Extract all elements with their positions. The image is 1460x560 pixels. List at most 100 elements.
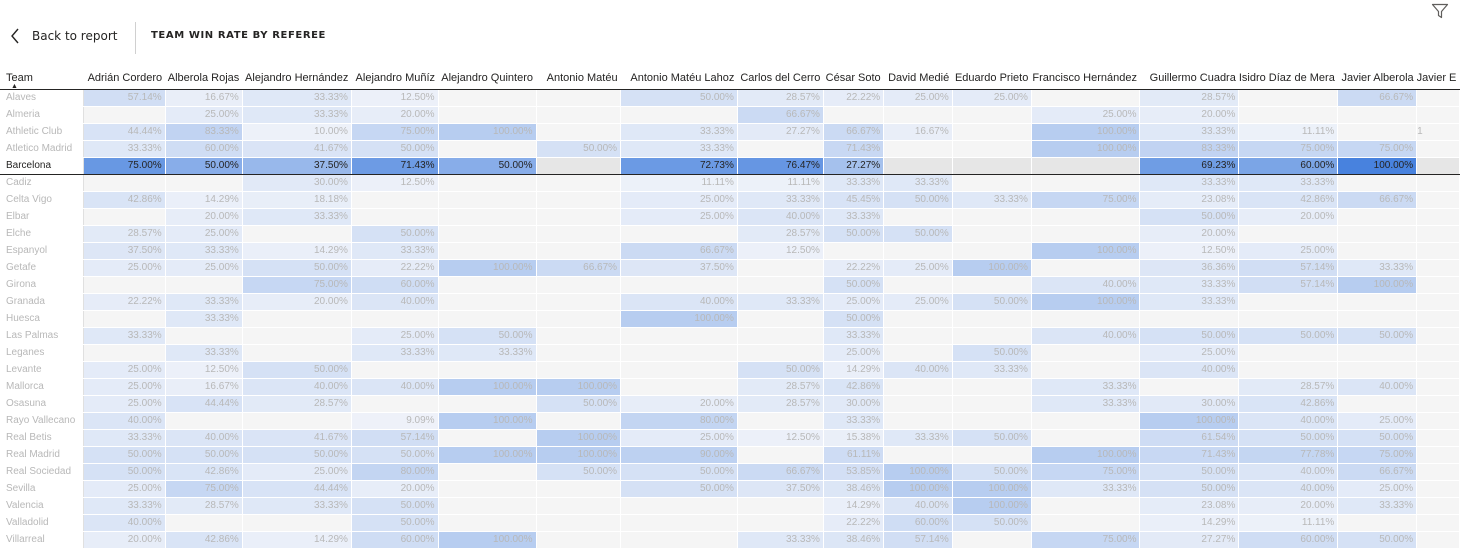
win-rate-cell[interactable] <box>1031 310 1141 328</box>
win-rate-cell[interactable]: 12.50% <box>737 429 824 447</box>
win-rate-cell[interactable]: 25.00% <box>1139 344 1240 362</box>
win-rate-cell[interactable]: 100.00% <box>1139 412 1240 430</box>
win-rate-cell[interactable]: 60.00% <box>1238 157 1339 175</box>
win-rate-cell[interactable]: 16.67% <box>883 123 953 141</box>
win-rate-cell[interactable]: 33.33% <box>1031 395 1141 413</box>
win-rate-cell[interactable]: 37.50% <box>83 242 166 260</box>
win-rate-cell[interactable] <box>883 310 953 328</box>
win-rate-cell[interactable] <box>242 412 352 430</box>
win-rate-cell[interactable] <box>242 310 352 328</box>
win-rate-cell[interactable]: 25.00% <box>883 89 953 107</box>
win-rate-cell[interactable]: 22.22% <box>823 514 885 532</box>
win-rate-cell[interactable] <box>536 106 622 124</box>
win-rate-cell[interactable]: 40.00% <box>620 293 738 311</box>
win-rate-cell[interactable]: 14.29% <box>823 361 885 379</box>
win-rate-cell[interactable] <box>737 310 824 328</box>
win-rate-cell[interactable] <box>883 327 953 345</box>
table-row[interactable]: Elbar 20.00% 33.33% 25.00% 40.00% 33.33% 50.00… <box>0 208 1460 226</box>
win-rate-cell[interactable]: 77.78% <box>1238 446 1339 464</box>
win-rate-cell[interactable] <box>438 191 537 209</box>
win-rate-cell[interactable]: 100.00% <box>536 378 622 396</box>
win-rate-cell[interactable]: 50.00% <box>1337 327 1418 345</box>
win-rate-cell[interactable]: 50.00% <box>1238 327 1339 345</box>
win-rate-cell[interactable]: 12.50% <box>165 361 243 379</box>
win-rate-cell[interactable]: 33.33% <box>165 310 243 328</box>
win-rate-cell[interactable]: 25.00% <box>83 480 166 498</box>
win-rate-cell[interactable]: 50.00% <box>883 225 953 243</box>
win-rate-cell[interactable] <box>242 225 352 243</box>
win-rate-cell[interactable]: 33.33% <box>1337 259 1418 277</box>
win-rate-cell[interactable]: 57.14% <box>1238 276 1339 294</box>
win-rate-cell[interactable]: 33.33% <box>1031 480 1141 498</box>
win-rate-cell[interactable] <box>438 106 537 124</box>
win-rate-cell[interactable] <box>737 276 824 294</box>
win-rate-cell[interactable] <box>536 174 622 192</box>
win-rate-cell[interactable]: 50.00% <box>438 327 537 345</box>
win-rate-cell[interactable] <box>1031 361 1141 379</box>
win-rate-cell[interactable]: 25.00% <box>242 463 352 481</box>
win-rate-cell[interactable]: 33.33% <box>952 191 1032 209</box>
win-rate-cell[interactable]: 50.00% <box>737 361 824 379</box>
table-row[interactable]: Leganes 33.33% 33.33% 33.33% 25.00% 50.00% 25.… <box>0 344 1460 362</box>
table-row[interactable]: Rayo Vallecano 40.00% 9.09% 100.00% 80.00% 33… <box>0 412 1460 430</box>
win-rate-cell[interactable] <box>438 463 537 481</box>
win-rate-cell[interactable] <box>165 412 243 430</box>
win-rate-cell[interactable]: 33.33% <box>883 174 953 192</box>
win-rate-cell[interactable] <box>536 531 622 549</box>
win-rate-cell[interactable]: 25.00% <box>620 191 738 209</box>
win-rate-cell[interactable] <box>1337 208 1418 226</box>
win-rate-cell[interactable]: 60.00% <box>351 276 439 294</box>
win-rate-cell[interactable] <box>165 174 243 192</box>
win-rate-cell[interactable]: 28.57% <box>1139 89 1240 107</box>
win-rate-cell[interactable]: 100.00% <box>438 412 537 430</box>
win-rate-cell[interactable] <box>351 395 439 413</box>
win-rate-cell[interactable]: 66.67% <box>536 259 622 277</box>
win-rate-cell[interactable] <box>438 276 537 294</box>
win-rate-cell[interactable]: 11.11% <box>737 174 824 192</box>
win-rate-cell[interactable]: 75.00% <box>351 123 439 141</box>
win-rate-cell[interactable] <box>952 531 1032 549</box>
table-row[interactable]: Girona 75.00% 60.00% 50.00% 40.00% 33.33% 57.1… <box>0 276 1460 294</box>
win-rate-cell[interactable] <box>438 225 537 243</box>
win-rate-cell[interactable]: 40.00% <box>737 208 824 226</box>
win-rate-cell[interactable]: 28.57% <box>737 395 824 413</box>
win-rate-cell[interactable] <box>536 123 622 141</box>
win-rate-cell[interactable] <box>536 412 622 430</box>
win-rate-cell[interactable]: 100.00% <box>438 446 537 464</box>
win-rate-cell[interactable] <box>1416 531 1460 549</box>
win-rate-cell[interactable] <box>165 514 243 532</box>
win-rate-cell[interactable]: 66.67% <box>737 106 824 124</box>
win-rate-cell[interactable] <box>351 191 439 209</box>
win-rate-cell[interactable]: 33.33% <box>83 327 166 345</box>
win-rate-cell[interactable] <box>1416 191 1460 209</box>
win-rate-cell[interactable]: 25.00% <box>823 344 885 362</box>
win-rate-cell[interactable]: 80.00% <box>351 463 439 481</box>
win-rate-cell[interactable]: 25.00% <box>1337 480 1418 498</box>
win-rate-cell[interactable]: 50.00% <box>1139 463 1240 481</box>
win-rate-cell[interactable] <box>1031 497 1141 515</box>
win-rate-cell[interactable]: 10.00% <box>242 123 352 141</box>
win-rate-cell[interactable]: 66.67% <box>1337 191 1418 209</box>
win-rate-cell[interactable] <box>536 208 622 226</box>
win-rate-cell[interactable]: 44.44% <box>242 480 352 498</box>
win-rate-cell[interactable] <box>1031 208 1141 226</box>
win-rate-cell[interactable]: 50.00% <box>536 140 622 158</box>
win-rate-cell[interactable]: 20.00% <box>620 395 738 413</box>
win-rate-cell[interactable]: 33.33% <box>883 429 953 447</box>
win-rate-cell[interactable]: 50.00% <box>536 463 622 481</box>
win-rate-cell[interactable] <box>1031 514 1141 532</box>
win-rate-cell[interactable]: 50.00% <box>620 89 738 107</box>
win-rate-cell[interactable] <box>952 395 1032 413</box>
win-rate-cell[interactable]: 36.36% <box>1139 259 1240 277</box>
win-rate-cell[interactable]: 28.57% <box>737 225 824 243</box>
win-rate-cell[interactable]: 42.86% <box>165 531 243 549</box>
win-rate-cell[interactable]: 100.00% <box>536 446 622 464</box>
win-rate-cell[interactable]: 50.00% <box>1139 327 1240 345</box>
win-rate-cell[interactable]: 33.33% <box>242 208 352 226</box>
win-rate-cell[interactable]: 16.67% <box>165 89 243 107</box>
column-header[interactable]: Guillermo Cuadra <box>1139 61 1239 90</box>
column-header[interactable]: Antonio Matéu Lahoz <box>620 61 738 90</box>
win-rate-cell[interactable]: 33.33% <box>737 191 824 209</box>
win-rate-cell[interactable] <box>823 106 885 124</box>
win-rate-cell[interactable]: 40.00% <box>883 361 953 379</box>
